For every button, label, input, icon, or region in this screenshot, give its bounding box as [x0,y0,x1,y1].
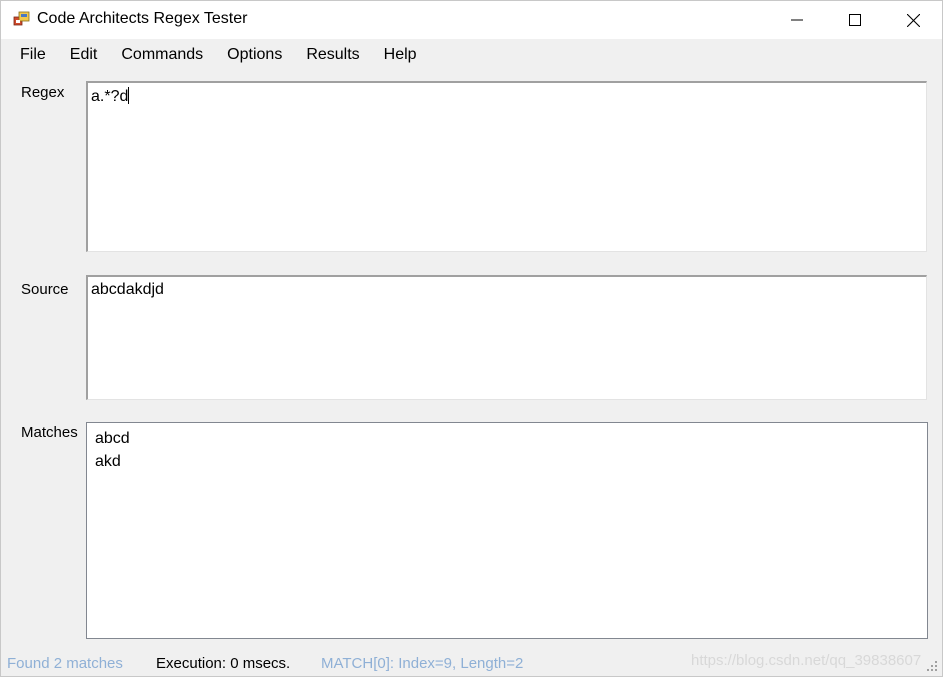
menu-edit[interactable]: Edit [58,41,110,69]
app-window: Code Architects Regex Tester File Edit C… [0,0,943,677]
list-item[interactable]: akd [95,450,919,473]
source-input[interactable]: abcdakdjd [86,275,927,400]
close-button[interactable] [884,1,942,39]
regex-input[interactable]: a.*?d [86,81,927,252]
maximize-button[interactable] [826,1,884,39]
menu-bar: File Edit Commands Options Results Help [1,39,942,71]
status-execution-time: Execution: 0 msecs. [156,655,291,672]
source-value: abcdakdjd [91,281,164,298]
status-match-info: MATCH[0]: Index=9, Length=2 [321,655,524,672]
app-icon [13,11,30,26]
status-bar: Found 2 matches Execution: 0 msecs. MATC… [1,652,942,676]
minimize-icon [791,19,803,21]
menu-results[interactable]: Results [294,41,371,69]
window-title: Code Architects Regex Tester [37,10,248,27]
regex-label: Regex [21,84,65,101]
menu-help[interactable]: Help [372,41,429,69]
matches-label: Matches [21,424,78,441]
title-bar[interactable]: Code Architects Regex Tester [1,1,942,39]
list-item[interactable]: abcd [95,427,919,450]
status-found-count: Found 2 matches [7,655,123,672]
minimize-button[interactable] [768,1,826,39]
menu-options[interactable]: Options [215,41,294,69]
text-caret [128,87,130,104]
close-icon [906,13,920,27]
matches-list[interactable]: abcd akd [86,422,928,639]
source-label: Source [21,281,69,298]
menu-commands[interactable]: Commands [109,41,215,69]
regex-value: a.*?d [91,88,129,105]
resize-grip-icon[interactable] [926,660,938,672]
watermark-text: https://blog.csdn.net/qq_39838607 [691,652,922,669]
menu-file[interactable]: File [8,41,58,69]
maximize-icon [849,14,861,26]
